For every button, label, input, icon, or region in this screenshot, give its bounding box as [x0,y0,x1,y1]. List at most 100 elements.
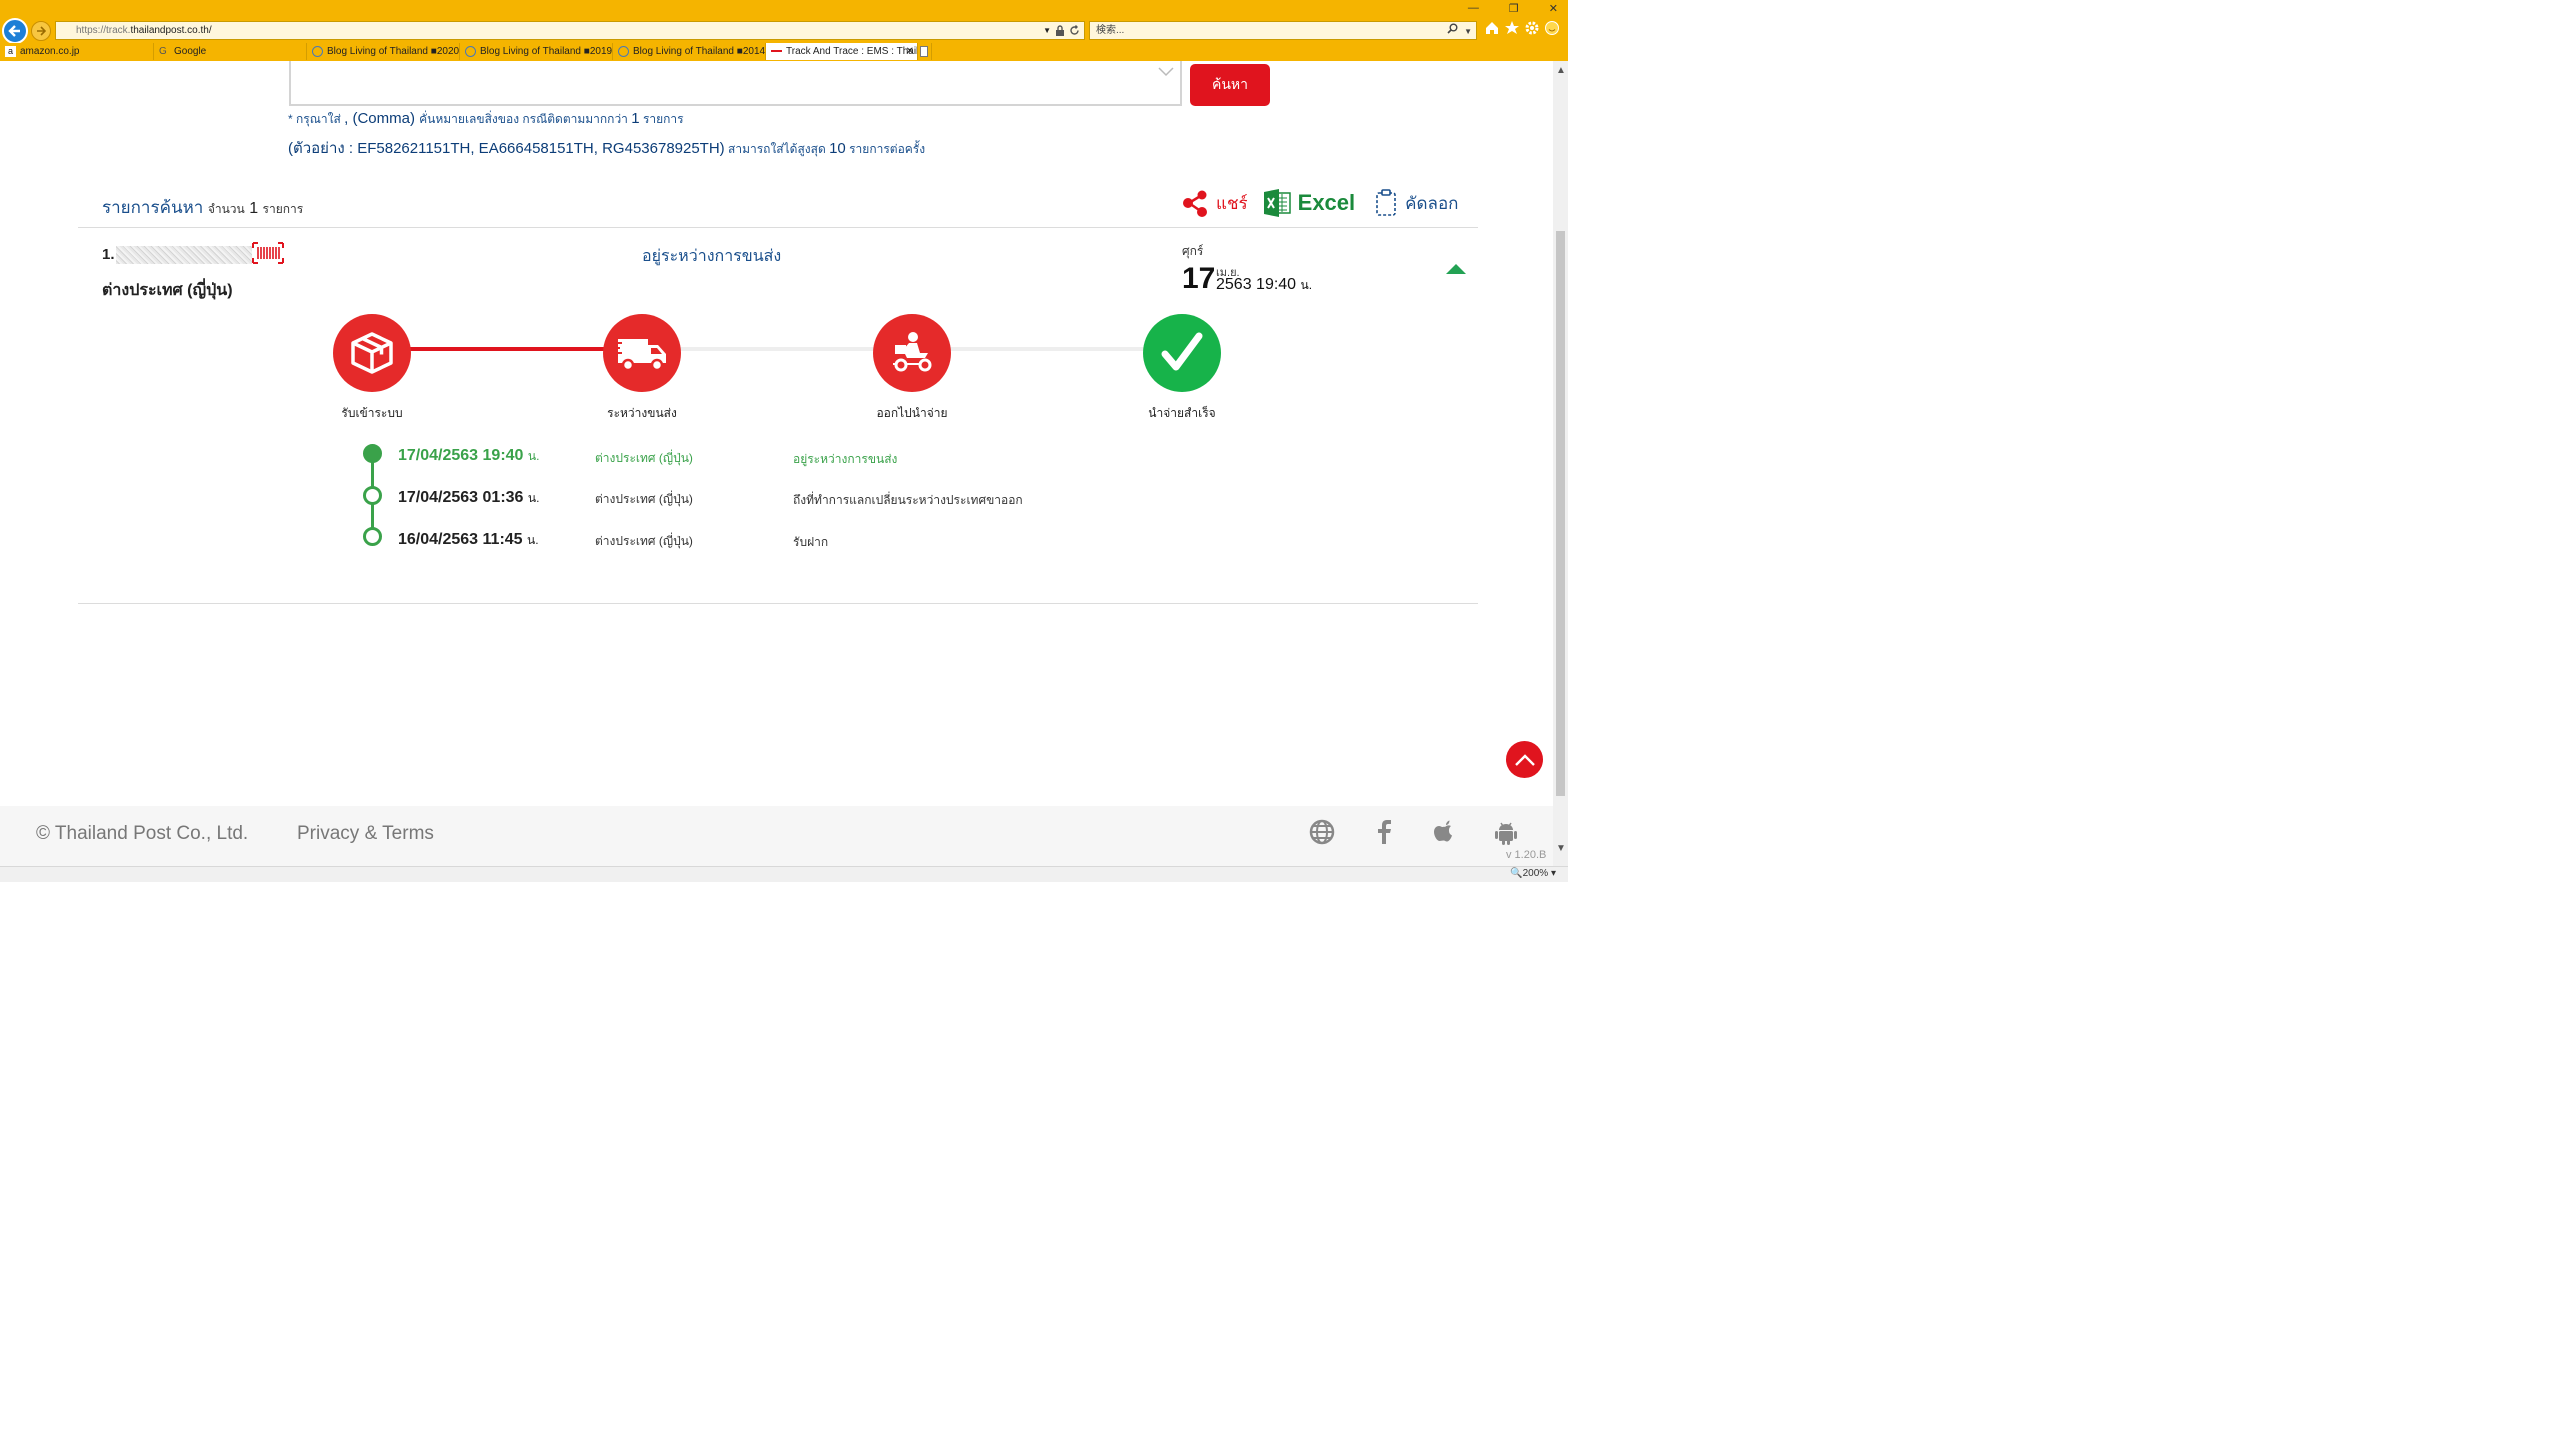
vertical-scrollbar[interactable]: ▲ ▼ [1553,61,1568,866]
timeline-dot [363,486,382,505]
hint-comma: , (Comma) [344,110,420,127]
scroll-down-icon[interactable]: ▼ [1556,843,1566,854]
scroll-up-icon[interactable]: ▲ [1556,65,1566,76]
arrow-left-icon [8,25,20,37]
home-icon[interactable] [1484,20,1500,36]
status-day-name: ศุกร์ [1182,244,1204,258]
status-year-time: 2563 19:40 น. [1216,276,1312,295]
status-time: 2563 19:40 [1216,276,1297,293]
result-actions: แชร์ Excel คัดลอก [1180,188,1458,218]
search-placeholder: 検索... [1096,25,1125,36]
timeline-dot [363,527,382,546]
item-index: 1. [102,246,115,263]
timeline-location: ต่างประเทศ (ญี่ปุ่น) [595,451,693,465]
minimize-icon[interactable]: — [1468,2,1479,15]
arrow-right-icon [37,26,46,36]
timeline-description: อยู่ระหว่างการขนส่ง [793,452,898,466]
timeline-dot-current [363,444,382,463]
zoom-level[interactable]: 🔍200% ▾ [1510,868,1556,879]
page-favicon-icon [312,46,323,57]
hint-number: 1 [631,110,640,127]
time-unit: น. [527,533,539,547]
scroll-thumb[interactable] [1556,231,1565,796]
time-unit: น. [1300,278,1313,292]
stage-delivered [1143,314,1221,392]
scooter-icon [893,332,932,372]
privacy-terms-link[interactable]: Privacy & Terms [297,823,434,845]
share-button[interactable]: แชร์ [1180,188,1248,218]
apple-icon[interactable] [1431,818,1459,846]
stage-label-delivered: นำจ่ายสำเร็จ [1148,406,1216,420]
close-window-icon[interactable]: ✕ [1549,2,1558,15]
refresh-icon[interactable] [1069,25,1080,36]
window-controls: — ❐ ✕ [1468,2,1558,15]
stage-label-out-for-delivery: ออกไปนำจ่าย [876,406,948,420]
dropdown-icon[interactable]: ▼ [1043,22,1051,39]
search-button[interactable]: ค้นหา [1190,64,1270,106]
barcode-icon[interactable] [252,242,284,264]
progress-line-complete [410,347,606,351]
excel-export-button[interactable]: Excel [1262,188,1355,218]
clipboard-icon [1376,189,1396,216]
stage-out-for-delivery [873,314,951,392]
time-unit: น. [527,491,540,505]
timeline-date: 17/04/2563 19:40 น. [398,447,539,466]
truck-icon [614,339,666,372]
chevron-down-icon[interactable] [1158,67,1174,77]
results-count: 1 [249,200,259,217]
results-header: รายการค้นหา จำนวน 1 รายการ [102,194,303,221]
smiley-icon[interactable] [1544,20,1560,36]
facebook-icon[interactable] [1370,818,1398,846]
url-host: thailandpost.co.th/ [130,25,212,36]
tab-track-and-trace[interactable]: Track And Trace : EMS : Thail... ✕ [766,43,918,60]
favorites-star-icon[interactable] [1504,20,1520,36]
hint-text: รายการ [639,112,684,126]
hint-text: รายการต่อครั้ง [845,142,926,156]
lock-icon[interactable] [1055,25,1065,36]
hint-text: สามารถใส่ได้สูงสุด [724,142,830,156]
search-dropdown-icon[interactable]: ▼ [1464,23,1472,40]
collapse-arrow-icon[interactable] [1446,264,1466,274]
page-favicon-icon [465,46,476,57]
gear-icon[interactable] [1524,20,1540,36]
browser-chrome: — ❐ ✕ https://track.thailandpost.co.th/ … [0,0,1568,61]
scroll-to-top-button[interactable] [1506,741,1543,778]
hint-text: คั่นหมายเลขสิ่งของ กรณีติดตามมากกว่า [419,112,632,126]
browser-tabs: a amazon.co.jp G Google Blog Living of T… [0,43,932,61]
tracking-number-input[interactable] [289,61,1182,106]
globe-icon[interactable] [1308,818,1336,846]
chevron-up-icon [1514,753,1535,766]
stage-in-transit [603,314,681,392]
url-scheme: https://track. [76,25,131,36]
timeline-description: รับฝาก [793,535,829,549]
new-tab-button[interactable] [918,43,932,60]
back-button[interactable] [2,18,28,44]
timeline-location: ต่างประเทศ (ญี่ปุ่น) [595,492,693,506]
tab-google[interactable]: G Google [154,43,307,60]
restore-icon[interactable]: ❐ [1509,2,1519,15]
hint-examples: EF582621151TH, EA666458151TH, RG45367892… [357,140,725,157]
timeline-date: 16/04/2563 11:45 น. [398,531,539,550]
stage-label-received: รับเข้าระบบ [341,406,403,420]
tab-amazon[interactable]: a amazon.co.jp [0,43,154,60]
browser-search-box[interactable]: 検索... ▼ [1089,21,1477,40]
tab-label: Track And Trace : EMS : Thail... [786,46,918,57]
tab-blog-2019[interactable]: Blog Living of Thailand ■2019... [460,43,613,60]
tab-blog-2020[interactable]: Blog Living of Thailand ■2020... [307,43,460,60]
event-datetime: 17/04/2563 01:36 [398,489,524,506]
search-icon[interactable] [1447,23,1458,34]
item-origin: ต่างประเทศ (ญี่ปุ่น) [102,282,233,299]
tab-label: amazon.co.jp [20,46,80,57]
input-hint: * กรุณาใส่ , (Comma) คั่นหมายเลขสิ่งของ … [288,110,684,129]
amazon-favicon-icon: a [5,46,16,57]
event-datetime: 17/04/2563 19:40 [398,447,524,464]
android-icon[interactable] [1492,818,1520,846]
copy-button[interactable]: คัดลอก [1375,189,1458,217]
new-tab-icon [920,46,928,57]
tab-blog-2014[interactable]: Blog Living of Thailand ■2014... [613,43,766,60]
close-tab-icon[interactable]: ✕ [906,43,914,60]
tracking-number-redacted [116,246,252,264]
tab-label: Blog Living of Thailand ■2019... [480,46,613,57]
forward-button[interactable] [31,21,51,41]
address-bar[interactable]: https://track.thailandpost.co.th/ ▼ [55,21,1085,40]
